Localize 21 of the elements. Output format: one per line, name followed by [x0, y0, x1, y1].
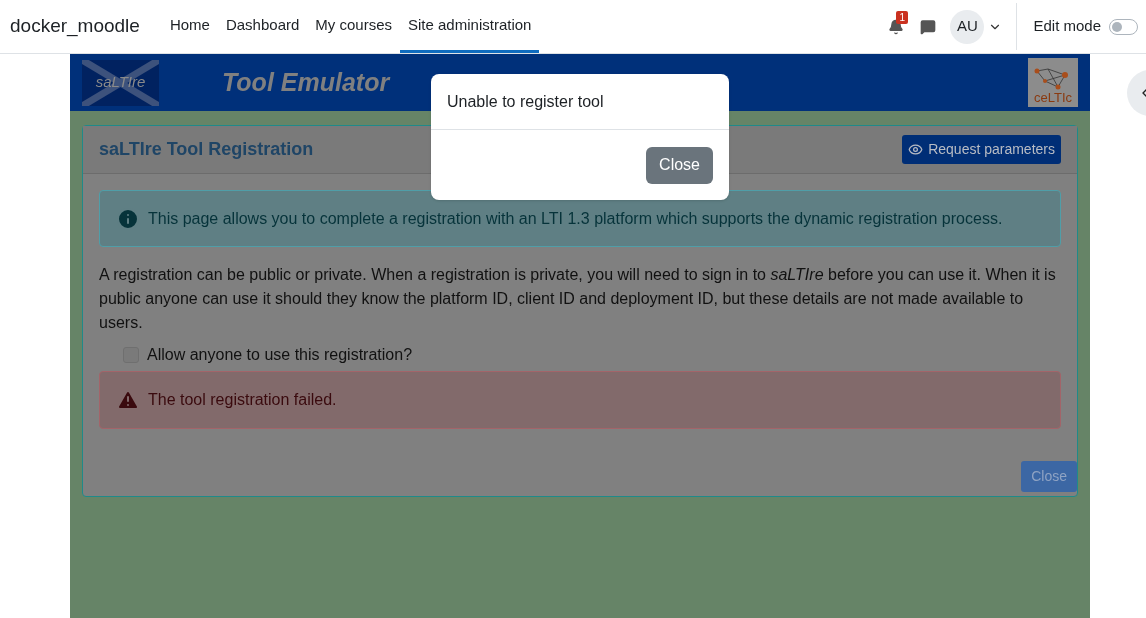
dialog-close-button[interactable]: Close: [646, 146, 713, 184]
registration-description: A registration can be public or private. When a registration is private, you will need to sign in to saLTIre before you can use it. When it is public anyone can use it should they know the platform ID, client ID and deployment ID, but these details are not made available to users.: [99, 265, 1057, 333]
edit-mode-label: Edit mode: [1033, 16, 1101, 37]
nav-link[interactable]: My courses: [307, 0, 400, 53]
celtic-logo: ceLTIc: [1028, 58, 1078, 107]
card-title: saLTIre Tool Registration: [99, 138, 314, 161]
checkbox-label: Allow anyone to use this registration?: [147, 345, 413, 365]
tool-title: Tool Emulator: [222, 66, 390, 98]
info-text: This page allows you to complete a registration with an LTI 1.3 platform which supports the dynamic registration process.: [148, 208, 1003, 229]
saltire-logo: saLTIre: [82, 59, 159, 106]
request-parameters-button[interactable]: Request parameters: [902, 135, 1061, 164]
eye-icon: [908, 142, 924, 157]
edit-mode-switch[interactable]: [1109, 18, 1138, 35]
nav-link[interactable]: Home: [161, 0, 218, 53]
user-avatar[interactable]: AU: [950, 9, 985, 44]
error-text: The tool registration failed.: [148, 390, 337, 410]
dialog-title: Unable to register tool: [447, 91, 604, 112]
notification-count: 1: [896, 10, 908, 24]
nav-link[interactable]: Dashboard: [217, 0, 308, 53]
messages-icon[interactable]: [920, 18, 937, 35]
site-name[interactable]: docker_moodle: [10, 12, 140, 41]
